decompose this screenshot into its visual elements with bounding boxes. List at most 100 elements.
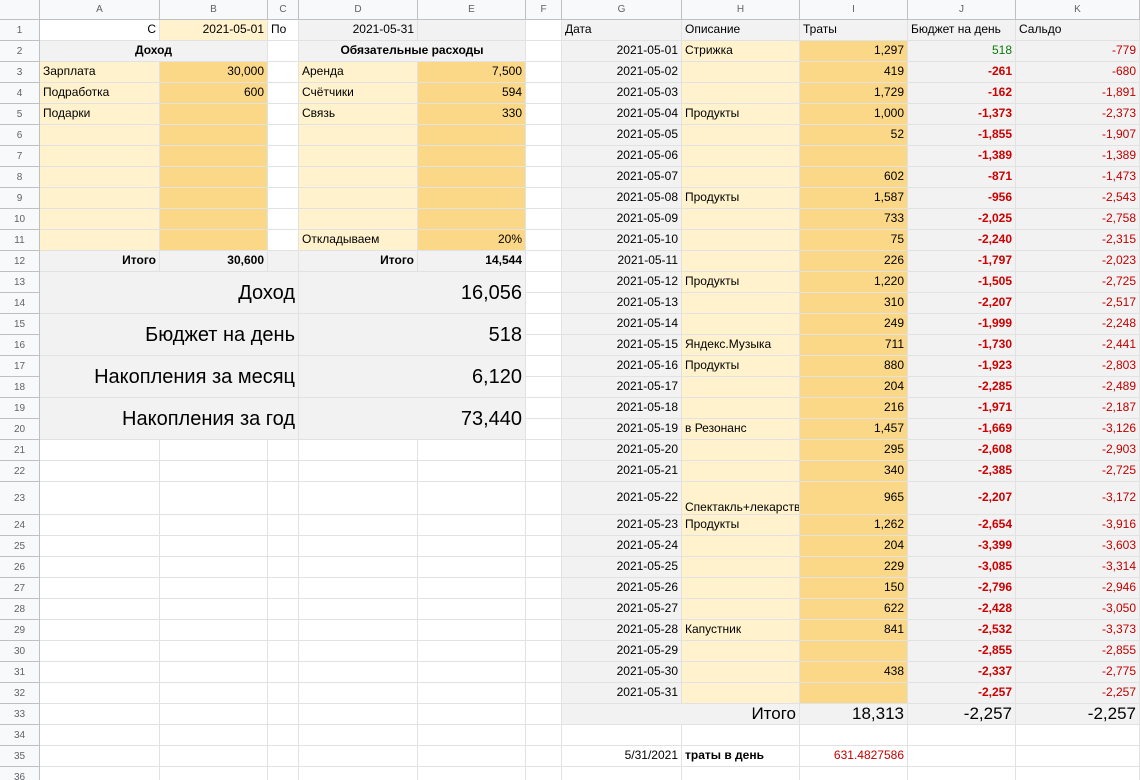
income-item-name[interactable]: Подарки bbox=[40, 104, 160, 125]
cell[interactable] bbox=[299, 482, 418, 515]
cell[interactable] bbox=[526, 314, 562, 335]
cell[interactable] bbox=[526, 683, 562, 704]
log-spend[interactable]: 1,729 bbox=[800, 83, 908, 104]
row-header-30[interactable]: 30 bbox=[0, 641, 40, 662]
summary-label[interactable]: Накопления за месяц bbox=[40, 356, 299, 398]
log-date[interactable]: 2021-05-04 bbox=[562, 104, 682, 125]
cell[interactable] bbox=[299, 599, 418, 620]
log-spend[interactable] bbox=[800, 146, 908, 167]
cell[interactable] bbox=[268, 620, 299, 641]
column-header-d[interactable]: D bbox=[299, 0, 418, 20]
cell[interactable] bbox=[418, 620, 526, 641]
log-spend[interactable]: 419 bbox=[800, 62, 908, 83]
log-balance[interactable]: -3,603 bbox=[1016, 536, 1140, 557]
row-header-28[interactable]: 28 bbox=[0, 599, 40, 620]
log-budget[interactable]: -1,669 bbox=[908, 419, 1016, 440]
log-date[interactable]: 2021-05-21 bbox=[562, 461, 682, 482]
row-header-2[interactable]: 2 bbox=[0, 41, 40, 62]
log-desc[interactable] bbox=[682, 461, 800, 482]
row-header-25[interactable]: 25 bbox=[0, 536, 40, 557]
log-desc[interactable]: Продукты bbox=[682, 272, 800, 293]
cell[interactable] bbox=[526, 104, 562, 125]
cell[interactable] bbox=[40, 536, 160, 557]
footer-value[interactable]: 631.4827586 bbox=[800, 746, 908, 767]
log-date[interactable]: 2021-05-08 bbox=[562, 188, 682, 209]
log-budget[interactable]: -2,428 bbox=[908, 599, 1016, 620]
log-spend[interactable]: 1,220 bbox=[800, 272, 908, 293]
log-balance[interactable]: -1,473 bbox=[1016, 167, 1140, 188]
expense-item-name[interactable]: Связь bbox=[299, 104, 418, 125]
log-balance[interactable]: -2,248 bbox=[1016, 314, 1140, 335]
income-empty-value[interactable] bbox=[160, 209, 268, 230]
log-balance[interactable]: -680 bbox=[1016, 62, 1140, 83]
cell[interactable] bbox=[526, 536, 562, 557]
cell[interactable] bbox=[299, 746, 418, 767]
log-header-desc[interactable]: Описание bbox=[682, 20, 800, 41]
row-header-13[interactable]: 13 bbox=[0, 272, 40, 293]
cell[interactable] bbox=[526, 146, 562, 167]
log-date[interactable]: 2021-05-31 bbox=[562, 683, 682, 704]
log-desc[interactable]: Капустник bbox=[682, 620, 800, 641]
log-budget[interactable]: -1,730 bbox=[908, 335, 1016, 356]
cell[interactable] bbox=[299, 557, 418, 578]
expense-empty-name[interactable] bbox=[299, 146, 418, 167]
expense-item-name[interactable]: Счётчики bbox=[299, 83, 418, 104]
cell[interactable] bbox=[299, 515, 418, 536]
cell[interactable] bbox=[526, 599, 562, 620]
cell[interactable] bbox=[418, 461, 526, 482]
income-total-value[interactable]: 30,600 bbox=[160, 251, 268, 272]
cell[interactable] bbox=[526, 398, 562, 419]
log-budget[interactable]: -2,855 bbox=[908, 641, 1016, 662]
cell[interactable] bbox=[526, 557, 562, 578]
log-date[interactable]: 2021-05-06 bbox=[562, 146, 682, 167]
log-spend[interactable]: 1,297 bbox=[800, 41, 908, 62]
log-budget[interactable]: -162 bbox=[908, 83, 1016, 104]
income-item-name[interactable]: Зарплата bbox=[40, 62, 160, 83]
cell[interactable] bbox=[160, 536, 268, 557]
select-all-corner[interactable] bbox=[0, 0, 40, 20]
log-balance[interactable]: -3,373 bbox=[1016, 620, 1140, 641]
cell[interactable] bbox=[160, 683, 268, 704]
log-budget[interactable]: -1,971 bbox=[908, 398, 1016, 419]
log-balance[interactable]: -2,315 bbox=[1016, 230, 1140, 251]
log-header-budget[interactable]: Бюджет на день bbox=[908, 20, 1016, 41]
row-header-35[interactable]: 35 bbox=[0, 746, 40, 767]
cell[interactable] bbox=[268, 725, 299, 746]
cell[interactable] bbox=[526, 272, 562, 293]
cell[interactable] bbox=[268, 146, 299, 167]
summary-value[interactable]: 16,056 bbox=[299, 272, 526, 314]
log-spend[interactable]: 622 bbox=[800, 599, 908, 620]
log-spend[interactable]: 204 bbox=[800, 377, 908, 398]
log-budget[interactable]: -1,855 bbox=[908, 125, 1016, 146]
log-date[interactable]: 2021-05-15 bbox=[562, 335, 682, 356]
log-date[interactable]: 2021-05-11 bbox=[562, 251, 682, 272]
log-date[interactable]: 2021-05-13 bbox=[562, 293, 682, 314]
log-date[interactable]: 2021-05-29 bbox=[562, 641, 682, 662]
log-balance[interactable]: -2,855 bbox=[1016, 641, 1140, 662]
row-header-33[interactable]: 33 bbox=[0, 704, 40, 725]
cell[interactable] bbox=[418, 515, 526, 536]
row-header-17[interactable]: 17 bbox=[0, 356, 40, 377]
cell[interactable] bbox=[418, 683, 526, 704]
log-desc[interactable] bbox=[682, 578, 800, 599]
row-header-9[interactable]: 9 bbox=[0, 188, 40, 209]
log-spend[interactable]: 1,457 bbox=[800, 419, 908, 440]
cell[interactable] bbox=[526, 662, 562, 683]
cell[interactable] bbox=[268, 578, 299, 599]
cell[interactable] bbox=[526, 440, 562, 461]
row-header-5[interactable]: 5 bbox=[0, 104, 40, 125]
log-budget[interactable]: -871 bbox=[908, 167, 1016, 188]
log-balance[interactable]: -2,725 bbox=[1016, 272, 1140, 293]
log-spend[interactable]: 602 bbox=[800, 167, 908, 188]
cell[interactable] bbox=[40, 578, 160, 599]
cell[interactable] bbox=[526, 83, 562, 104]
log-budget[interactable]: -2,257 bbox=[908, 683, 1016, 704]
log-balance[interactable]: -1,891 bbox=[1016, 83, 1140, 104]
row-header-15[interactable]: 15 bbox=[0, 314, 40, 335]
cell[interactable] bbox=[40, 515, 160, 536]
cell[interactable] bbox=[40, 662, 160, 683]
row-header-18[interactable]: 18 bbox=[0, 377, 40, 398]
cell[interactable] bbox=[1016, 725, 1140, 746]
cell[interactable] bbox=[268, 683, 299, 704]
summary-label[interactable]: Доход bbox=[40, 272, 299, 314]
